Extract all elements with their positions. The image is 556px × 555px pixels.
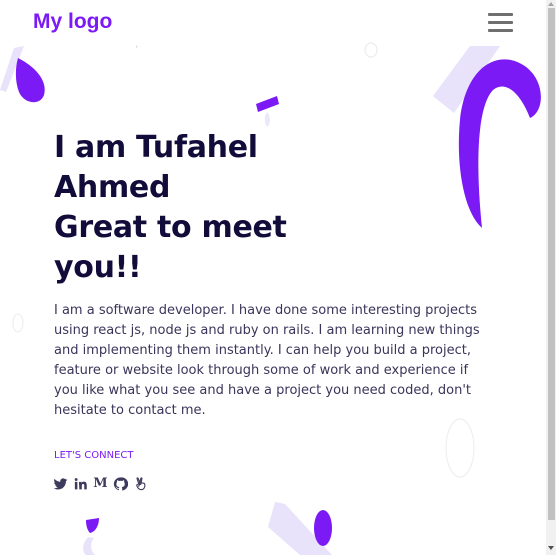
- twitter-icon[interactable]: [53, 476, 68, 492]
- deco-bar-mid: [256, 96, 279, 112]
- hero-bio: I am a software developer. I have done s…: [54, 303, 480, 418]
- hero-heading: I am Tufahel Ahmed Great to meet you!!: [54, 128, 354, 288]
- deco-oval-bottom: [314, 510, 332, 546]
- deco-drop-bottom-left: [86, 518, 99, 533]
- deco-curve-bottom-left: [83, 537, 95, 555]
- heading-line: I am Tufahel: [54, 130, 258, 165]
- scroll-up-arrow-icon[interactable]: [548, 2, 554, 6]
- angellist-icon[interactable]: [133, 476, 148, 492]
- hamburger-menu-icon[interactable]: [486, 11, 514, 35]
- linkedin-icon[interactable]: [73, 476, 88, 492]
- social-links: M: [53, 476, 148, 492]
- github-icon[interactable]: [113, 476, 128, 492]
- deco-ring-top: [364, 42, 378, 58]
- heading-line: Great to meet: [54, 210, 287, 245]
- heading-line: you!!: [54, 250, 142, 285]
- scroll-down-arrow-icon[interactable]: [548, 546, 554, 550]
- deco-drop-mid: [264, 112, 270, 127]
- page: My logo I am Tufahel Ahmed Great to meet…: [0, 0, 546, 555]
- deco-stripe-left: [0, 46, 24, 92]
- deco-band-bottom: [268, 502, 332, 555]
- medium-icon[interactable]: M: [93, 476, 108, 492]
- deco-arc-right: [458, 59, 541, 229]
- deco-leaf-top-left: [15, 58, 45, 103]
- site-logo[interactable]: My logo: [33, 10, 112, 34]
- deco-dot-top: [136, 45, 138, 48]
- menu-bar: [488, 29, 513, 32]
- deco-band-right: [433, 46, 500, 113]
- connect-label: LET'S CONNECT: [54, 450, 134, 461]
- deco-ring-bottom-right: [445, 418, 475, 478]
- deco-ring-left: [12, 313, 24, 333]
- scrollbar-thumb[interactable]: [548, 8, 555, 520]
- menu-bar: [488, 21, 513, 24]
- heading-line: Ahmed: [54, 170, 171, 205]
- menu-bar: [488, 13, 513, 16]
